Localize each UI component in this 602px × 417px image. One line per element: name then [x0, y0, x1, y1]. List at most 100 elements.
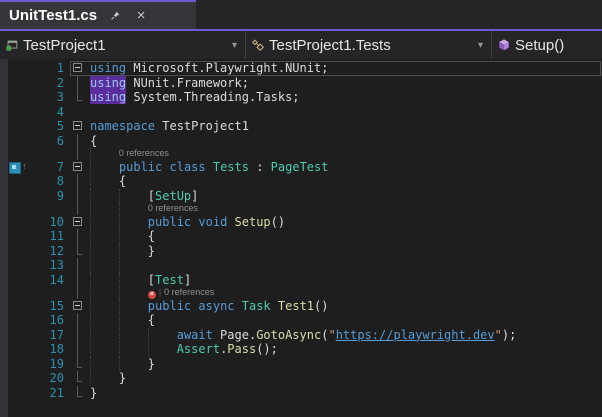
line-number[interactable]: 10	[0, 215, 70, 230]
line-number[interactable]: 15	[0, 299, 70, 314]
code-line[interactable]: 16 {	[0, 313, 602, 328]
code-text[interactable]: }	[86, 386, 602, 401]
line-number[interactable]: 18	[0, 342, 70, 357]
code-line[interactable]: 21}	[0, 386, 602, 401]
code-text[interactable]: {	[86, 229, 602, 244]
fold-margin[interactable]	[70, 357, 86, 372]
fold-margin[interactable]	[70, 119, 86, 134]
code-line[interactable]: 6{	[0, 134, 602, 149]
fold-margin[interactable]	[70, 90, 86, 105]
fold-margin[interactable]	[70, 160, 86, 175]
code-text[interactable]: using NUnit.Framework;	[86, 76, 602, 91]
codelens-row[interactable]: 0 references	[0, 148, 602, 160]
fold-margin[interactable]	[70, 229, 86, 244]
collapse-box-icon[interactable]	[73, 217, 82, 226]
line-number[interactable]: 17	[0, 328, 70, 343]
line-number[interactable]: 20	[0, 371, 70, 386]
code-line[interactable]: 15 public async Task Test1()	[0, 299, 602, 314]
fold-margin[interactable]	[70, 61, 86, 76]
type-dropdown[interactable]: TestProject1.Tests ▾	[246, 31, 492, 59]
codelens-text[interactable]: 0 references	[164, 287, 214, 297]
line-number[interactable]: 13	[0, 258, 70, 273]
codelens-text[interactable]: 0 references	[119, 148, 169, 158]
codelens-text[interactable]: 0 references	[148, 203, 198, 213]
code-line[interactable]: 3 using System.Threading.Tasks;	[0, 90, 602, 105]
fold-margin[interactable]	[70, 134, 86, 149]
collapse-box-icon[interactable]	[73, 121, 82, 130]
line-number[interactable]: 16	[0, 313, 70, 328]
member-dropdown[interactable]: Setup()	[492, 31, 602, 59]
fold-margin[interactable]	[70, 287, 86, 299]
line-number[interactable]: 5	[0, 119, 70, 134]
code-text[interactable]: Assert.Pass();	[86, 342, 602, 357]
fold-margin[interactable]	[70, 105, 86, 120]
fold-margin[interactable]	[70, 203, 86, 215]
code-text[interactable]: public async Task Test1()	[86, 299, 602, 314]
code-line[interactable]: 9 [SetUp]	[0, 189, 602, 204]
fold-margin[interactable]	[70, 342, 86, 357]
code-line[interactable]: 20 }	[0, 371, 602, 386]
code-text[interactable]: public class Tests : PageTest	[86, 160, 602, 175]
code-line[interactable]: 19 }	[0, 357, 602, 372]
code-line[interactable]: 7 public class Tests : PageTest↑	[0, 160, 602, 175]
pin-icon[interactable]	[107, 8, 123, 24]
fold-margin[interactable]	[70, 328, 86, 343]
codelens-content[interactable]: 0 references	[86, 148, 602, 160]
fold-margin[interactable]	[70, 313, 86, 328]
code-line[interactable]: 14 [Test]	[0, 273, 602, 288]
code-text[interactable]: [SetUp]	[86, 189, 602, 204]
code-line[interactable]: 18 Assert.Pass();	[0, 342, 602, 357]
codelens-row[interactable]: ×|0 references	[0, 287, 602, 299]
code-text[interactable]: }	[86, 357, 602, 372]
fold-margin[interactable]	[70, 148, 86, 160]
line-number[interactable]: 19	[0, 357, 70, 372]
code-editor[interactable]: 1 using Microsoft.Playwright.NUnit; 2 using…	[0, 59, 602, 417]
code-text[interactable]: public void Setup()	[86, 215, 602, 230]
line-number[interactable]: 11	[0, 229, 70, 244]
code-line[interactable]: 5 namespace TestProject1	[0, 119, 602, 134]
collapse-box-icon[interactable]	[73, 162, 82, 171]
code-text[interactable]: {	[86, 313, 602, 328]
fold-margin[interactable]	[70, 386, 86, 401]
line-number[interactable]: 21	[0, 386, 70, 401]
line-number[interactable]: 8	[0, 174, 70, 189]
test-class-glyph-icon[interactable]	[9, 162, 21, 174]
code-text[interactable]	[86, 105, 602, 120]
code-line[interactable]: 2 using NUnit.Framework;	[0, 76, 602, 91]
fold-margin[interactable]	[70, 76, 86, 91]
code-text[interactable]: using Microsoft.Playwright.NUnit;	[86, 61, 602, 76]
line-number[interactable]	[0, 148, 70, 160]
line-number[interactable]: 4	[0, 105, 70, 120]
code-text[interactable]: using System.Threading.Tasks;	[86, 90, 602, 105]
fold-margin[interactable]	[70, 258, 86, 273]
line-number[interactable]: 1	[0, 61, 70, 76]
close-icon[interactable]: ×	[133, 8, 149, 24]
fold-margin[interactable]	[70, 174, 86, 189]
code-text[interactable]	[86, 258, 602, 273]
fold-margin[interactable]	[70, 189, 86, 204]
line-number[interactable]: 2	[0, 76, 70, 91]
line-number[interactable]: 12	[0, 244, 70, 259]
code-text[interactable]: {	[86, 134, 602, 149]
collapse-box-icon[interactable]	[73, 63, 82, 72]
line-number[interactable]	[0, 287, 70, 299]
project-dropdown[interactable]: TestProject1 ▾	[0, 31, 246, 59]
code-line[interactable]: 13	[0, 258, 602, 273]
code-line[interactable]: 8 {	[0, 174, 602, 189]
fold-margin[interactable]	[70, 299, 86, 314]
fold-margin[interactable]	[70, 371, 86, 386]
line-number[interactable]: 14	[0, 273, 70, 288]
code-text[interactable]: namespace TestProject1	[86, 119, 602, 134]
code-line[interactable]: 12 }	[0, 244, 602, 259]
collapse-box-icon[interactable]	[73, 301, 82, 310]
code-text[interactable]: await Page.GotoAsync("https://playwright…	[86, 328, 602, 343]
code-text[interactable]: {	[86, 174, 602, 189]
fold-margin[interactable]	[70, 273, 86, 288]
codelens-row[interactable]: 0 references	[0, 203, 602, 215]
line-number[interactable]: 3	[0, 90, 70, 105]
code-line[interactable]: 11 {	[0, 229, 602, 244]
code-line[interactable]: 10 public void Setup()	[0, 215, 602, 230]
codelens-content[interactable]: 0 references	[86, 203, 602, 215]
code-text[interactable]: }	[86, 244, 602, 259]
fold-margin[interactable]	[70, 215, 86, 230]
